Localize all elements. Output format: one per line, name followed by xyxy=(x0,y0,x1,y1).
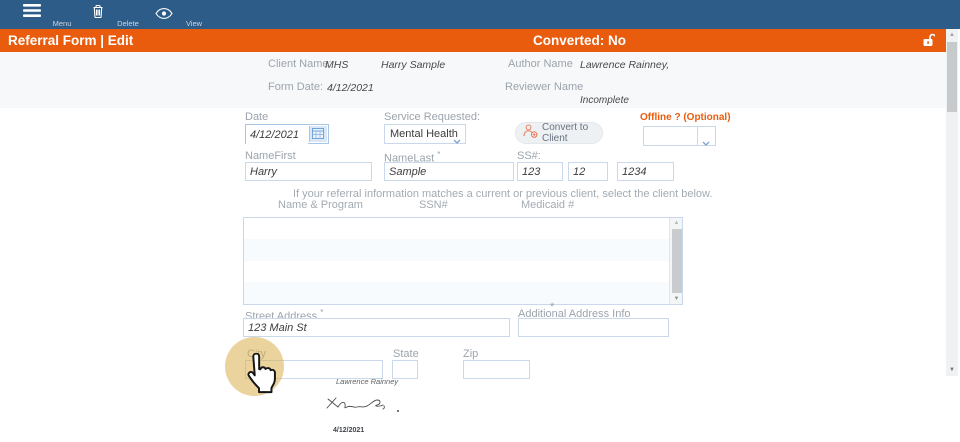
service-requested-label: Service Requested: xyxy=(384,111,480,123)
menu-button[interactable]: Menu xyxy=(2,0,62,29)
zip-input[interactable] xyxy=(463,360,530,379)
listbox-scrollbar[interactable]: ▲ ▼ xyxy=(669,218,682,304)
date-field-wrap xyxy=(245,124,329,144)
view-label: View xyxy=(164,19,224,28)
name-first-input[interactable] xyxy=(245,162,372,181)
offline-select[interactable] xyxy=(643,126,716,146)
author-name-value: Lawrence Rainney, xyxy=(580,59,669,71)
chevron-down-icon xyxy=(453,132,461,150)
form-title-bar: Referral Form | Edit Converted: No xyxy=(0,29,946,52)
client-program-value: MHS xyxy=(325,59,348,71)
city-label: City xyxy=(247,348,266,360)
top-toolbar: Menu Delete View xyxy=(0,0,960,29)
required-asterisk: * xyxy=(320,308,323,317)
reviewer-name-label: Reviewer Name xyxy=(505,81,583,93)
zip-label: Zip xyxy=(463,348,478,360)
offline-optional-label: Offline ? (Optional) xyxy=(640,112,731,123)
chevron-down-icon xyxy=(702,134,710,152)
ssn-label: SS#: xyxy=(517,150,541,162)
ssn-part1-input[interactable] xyxy=(517,162,563,181)
form-date-value: 4/12/2021 xyxy=(327,82,374,94)
page-scrollbar-thumb[interactable] xyxy=(947,42,957,112)
signature-scribble xyxy=(322,393,406,422)
signature-date: 4/12/2021 xyxy=(333,427,364,434)
required-asterisk: * xyxy=(437,150,440,159)
state-label: State xyxy=(393,348,419,360)
client-name-label: Client Name: xyxy=(268,58,332,70)
delete-button[interactable]: Delete xyxy=(68,0,128,29)
status-incomplete: Incomplete xyxy=(580,95,629,106)
view-button[interactable]: View xyxy=(134,0,194,29)
listbox-scrollbar-thumb[interactable] xyxy=(672,229,682,293)
convert-to-client-label: Convert to Client xyxy=(542,122,602,144)
street-address-input[interactable] xyxy=(243,318,510,337)
ssn-part2-input[interactable] xyxy=(568,162,608,181)
referral-form-screen: Menu Delete View Referral Form xyxy=(0,0,960,442)
signature-name: Lawrence Rainney xyxy=(336,377,398,386)
service-requested-select[interactable]: Mental Health xyxy=(384,124,466,144)
person-add-icon xyxy=(523,124,538,143)
date-label: Date xyxy=(245,111,268,123)
calendar-icon[interactable] xyxy=(309,126,327,142)
column-header-medicaid: Medicaid # xyxy=(521,199,574,211)
name-first-label: NameFirst xyxy=(245,150,296,162)
unlock-icon[interactable] xyxy=(922,33,935,52)
date-input[interactable] xyxy=(246,126,308,144)
form-header-band: Client Name: MHS Harry Sample Author Nam… xyxy=(0,52,946,108)
convert-to-client-button[interactable]: Convert to Client xyxy=(515,122,603,144)
listbox-scroll-up-icon[interactable]: ▲ xyxy=(670,220,683,226)
converted-status: Converted: No xyxy=(533,29,626,52)
page-title: Referral Form | Edit xyxy=(8,29,133,52)
column-header-name-program: Name & Program xyxy=(278,199,363,211)
client-name-value: Harry Sample xyxy=(381,59,445,71)
author-name-label: Author Name xyxy=(508,58,573,70)
scroll-down-icon[interactable]: ▼ xyxy=(946,367,958,373)
scroll-up-icon[interactable]: ▲ xyxy=(946,32,958,38)
page-scrollbar[interactable]: ▲ ▼ xyxy=(946,29,958,376)
name-last-input[interactable] xyxy=(384,162,514,181)
service-requested-value: Mental Health xyxy=(390,128,458,140)
column-header-ssn: SSN# xyxy=(419,199,448,211)
form-date-label: Form Date: xyxy=(268,81,323,93)
listbox-scroll-down-icon[interactable]: ▼ xyxy=(670,296,683,302)
additional-address-input[interactable] xyxy=(518,318,669,337)
ssn-part3-input[interactable] xyxy=(617,162,674,181)
client-match-listbox[interactable]: ▲ ▼ xyxy=(243,217,683,305)
